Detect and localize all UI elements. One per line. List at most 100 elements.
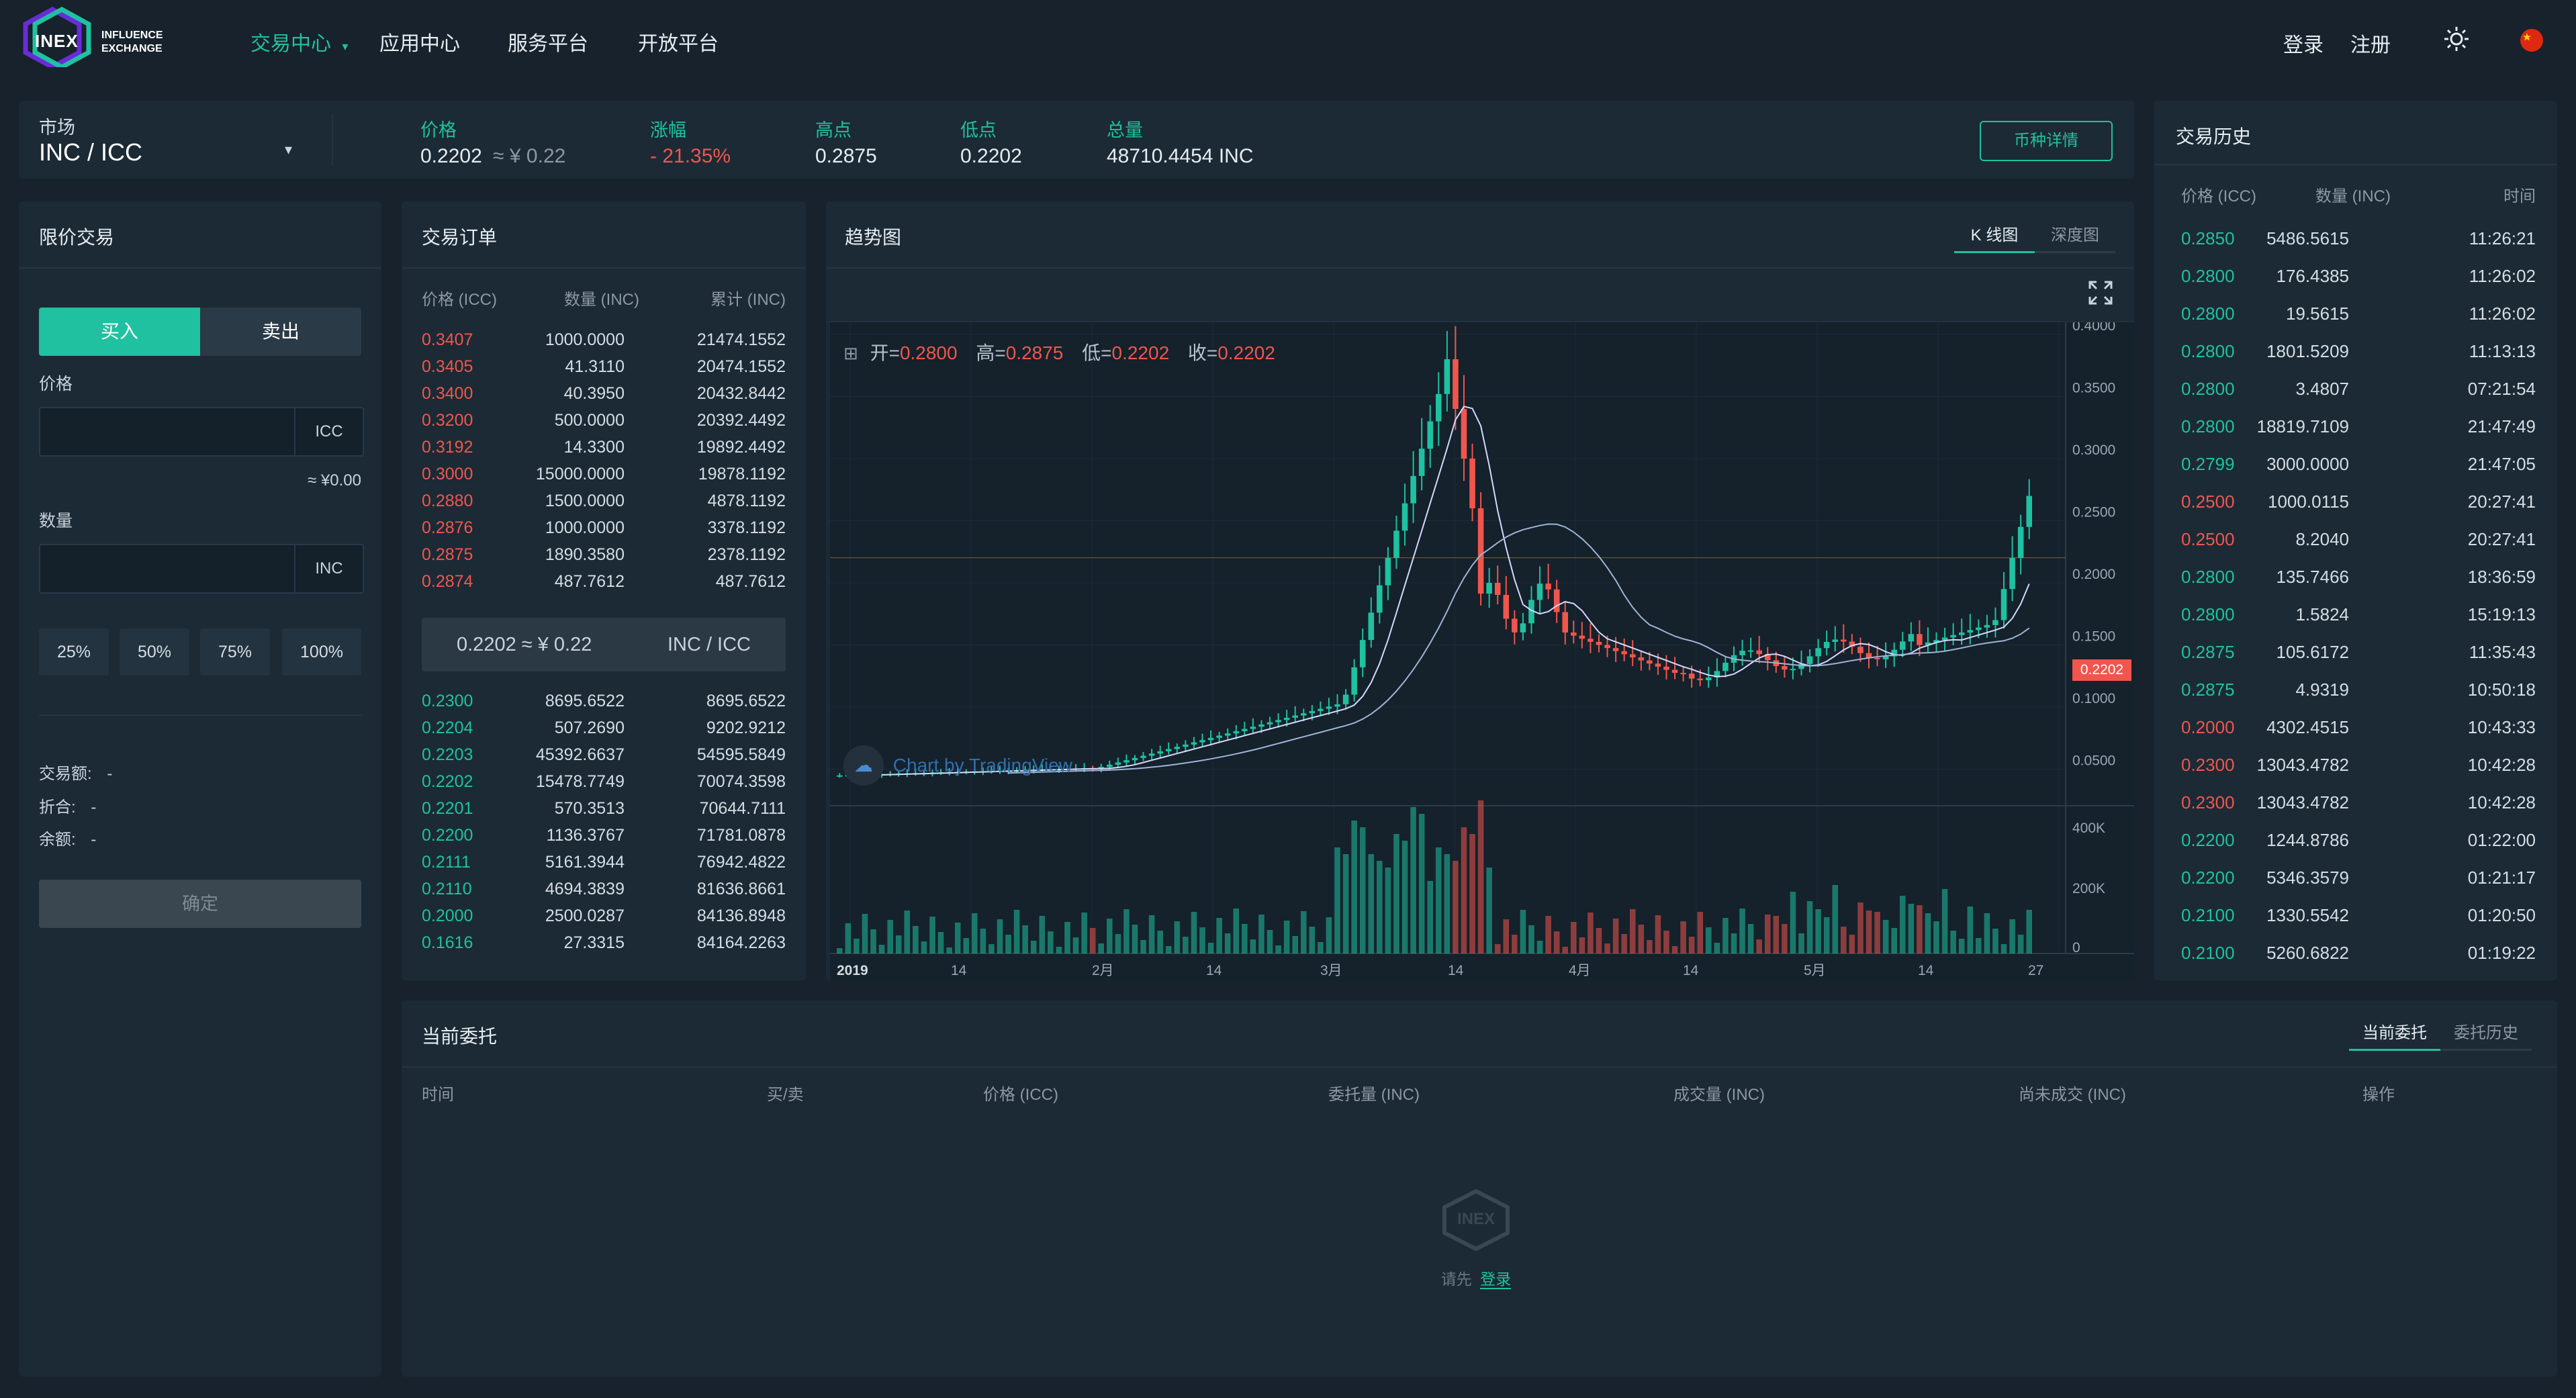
theme-toggle-sun-icon[interactable] (2443, 26, 2470, 52)
bid-row[interactable]: 0.2204 507.2690 9202.9212 (402, 718, 806, 745)
bid-row[interactable]: 0.2300 8695.6522 8695.6522 (402, 692, 806, 718)
market-pair-selector[interactable]: INC / ICC ▾ (39, 138, 308, 168)
chart-area[interactable]: 0.4000 0.3500 0.3000 0.2500 0.2000 0.1500 0.10… (830, 322, 2134, 980)
candle-body (1183, 744, 1189, 747)
price-axis-label: 0.3000 (2072, 442, 2115, 458)
volume-bar (1359, 827, 1366, 953)
trade-history-row[interactable]: 0.2800 3.4807 07:21:54 (2154, 379, 2557, 416)
sell-tab[interactable]: 卖出 (200, 308, 361, 356)
ask-qty: 40.3950 (563, 384, 625, 403)
candle-body (1841, 639, 1847, 642)
ask-row[interactable]: 0.2876 1000.0000 3378.1192 (402, 518, 806, 545)
ask-row[interactable]: 0.3192 14.3300 19892.4492 (402, 438, 806, 465)
trade-history-row[interactable]: 0.2799 3000.0000 21:47:05 (2154, 454, 2557, 492)
ask-row[interactable]: 0.2880 1500.0000 4878.1192 (402, 492, 806, 518)
trade-history-row[interactable]: 0.2800 19.5615 11:26:02 (2154, 304, 2557, 341)
volume-bar (2017, 935, 2024, 953)
trade-history-row[interactable]: 0.2800 1801.5209 11:13:13 (2154, 341, 2557, 379)
ask-row[interactable]: 0.3000 15000.0000 19878.1192 (402, 465, 806, 492)
volume-bar (1494, 944, 1501, 953)
qty-input[interactable] (40, 545, 295, 592)
trade-history-row[interactable]: 0.2875 4.9319 10:50:18 (2154, 680, 2557, 717)
trade-history-row[interactable]: 0.2800 135.7466 18:36:59 (2154, 567, 2557, 604)
pct-100-button[interactable]: 100% (282, 628, 361, 675)
pct-75-button[interactable]: 75% (200, 628, 270, 675)
tab-depth[interactable]: 深度图 (2035, 220, 2115, 253)
tab-order-history[interactable]: 委托历史 (2440, 1018, 2532, 1051)
trade-history-row[interactable]: 0.2800 1.5824 15:19:13 (2154, 604, 2557, 642)
trade-time: 21:47:49 (2467, 416, 2536, 436)
chart-panel: 趋势图 K 线图 深度图 分时1分5分15分30分1时2时4时6时12时1天1周… (826, 201, 2134, 980)
candle-body (1469, 459, 1475, 508)
volume-bar (1334, 847, 1340, 953)
candle-body (1115, 762, 1121, 765)
trade-history-row[interactable]: 0.2200 5346.3579 01:21:17 (2154, 868, 2557, 905)
volume-bar (913, 926, 919, 953)
confirm-button[interactable]: 确定 (39, 880, 361, 928)
limit-trade-title: 限价交易 (39, 227, 115, 248)
legend-toggle-icon[interactable]: ⊞ (843, 343, 858, 363)
login-link[interactable]: 登录 (2283, 28, 2324, 58)
trade-history-row[interactable]: 0.2500 8.2040 20:27:41 (2154, 529, 2557, 567)
bid-row[interactable]: 0.2202 15478.7749 70074.3598 (402, 772, 806, 799)
trade-qty: 1330.5542 (2266, 905, 2349, 925)
ask-row[interactable]: 0.2875 1890.3580 2378.1192 (402, 545, 806, 572)
pct-50-button[interactable]: 50% (120, 628, 189, 675)
buy-tab[interactable]: 买入 (39, 308, 200, 356)
coin-details-button[interactable]: 币种详情 (1980, 121, 2113, 161)
bid-row[interactable]: 0.1616 27.3315 84164.2263 (402, 933, 806, 960)
trade-history-row[interactable]: 0.2000 4302.4515 10:43:33 (2154, 717, 2557, 755)
bid-row[interactable]: 0.2111 5161.3944 76942.4822 (402, 853, 806, 880)
brand-logo[interactable]: INEX INFLUENCE EXCHANGE (17, 7, 172, 67)
trade-history-row[interactable]: 0.2100 5260.6822 01:19:22 (2154, 943, 2557, 980)
bid-price: 0.2203 (422, 745, 473, 764)
trade-history-row[interactable]: 0.2300 13043.4782 10:42:28 (2154, 792, 2557, 830)
bid-row[interactable]: 0.2000 2500.0287 84136.8948 (402, 906, 806, 933)
nav-trade-center[interactable]: 交易中心 ▾ (250, 27, 348, 56)
fullscreen-icon[interactable] (2087, 279, 2114, 306)
candle-body (1242, 729, 1248, 731)
volume-bar (1612, 919, 1619, 953)
volume-bar (1798, 933, 1804, 953)
tab-kline[interactable]: K 线图 (1954, 220, 2035, 253)
volume-bar (1553, 931, 1560, 953)
trade-history-row[interactable]: 0.2800 176.4385 11:26:02 (2154, 266, 2557, 304)
price-input[interactable] (40, 408, 295, 455)
time-axis-label: 14 (951, 963, 967, 978)
ask-row[interactable]: 0.3405 41.3110 20474.1552 (402, 357, 806, 384)
ask-qty: 1890.3580 (545, 545, 625, 564)
nav-service-platform[interactable]: 服务平台 (508, 27, 588, 56)
trade-history-row[interactable]: 0.2100 1330.5542 01:20:50 (2154, 905, 2557, 943)
candle-body (1140, 755, 1146, 758)
tab-current-orders[interactable]: 当前委托 (2349, 1018, 2440, 1051)
ask-qty: 41.3110 (565, 357, 625, 376)
volume-bar (1157, 931, 1163, 953)
ask-row[interactable]: 0.2874 487.7612 487.7612 (402, 572, 806, 599)
trade-history-row[interactable]: 0.2200 1244.8786 01:22:00 (2154, 830, 2557, 868)
trade-history-row[interactable]: 0.2850 5486.5615 11:26:21 (2154, 228, 2557, 266)
volume-bar (946, 947, 952, 953)
trade-history-row[interactable]: 0.2800 18819.7109 21:47:49 (2154, 416, 2557, 454)
volume-bar (1444, 854, 1451, 953)
ask-row[interactable]: 0.3407 1000.0000 21474.1552 (402, 330, 806, 357)
ask-row[interactable]: 0.3400 40.3950 20432.8442 (402, 384, 806, 411)
volume-bar (862, 914, 868, 953)
empty-login-link[interactable]: 登录 (1480, 1270, 1512, 1289)
trade-history-row[interactable]: 0.2875 105.6172 11:35:43 (2154, 642, 2557, 680)
pct-25-button[interactable]: 25% (39, 628, 109, 675)
nav-open-platform[interactable]: 开放平台 (638, 27, 719, 56)
ask-row[interactable]: 0.3200 500.0000 20392.4492 (402, 411, 806, 438)
ask-total: 4878.1192 (707, 492, 786, 510)
bid-row[interactable]: 0.2200 1136.3767 71781.0878 (402, 826, 806, 853)
trade-history-row[interactable]: 0.2500 1000.0115 20:27:41 (2154, 492, 2557, 529)
trade-time: 11:26:21 (2469, 228, 2536, 248)
bid-row[interactable]: 0.2201 570.3513 70644.7111 (402, 799, 806, 826)
nav-app-center[interactable]: 应用中心 (379, 27, 460, 56)
candle-body (1874, 657, 1880, 659)
bid-row[interactable]: 0.2203 45392.6637 54595.5849 (402, 745, 806, 772)
market-pair: INC / ICC (39, 138, 143, 166)
language-flag-cn-icon[interactable] (2520, 28, 2544, 52)
bid-row[interactable]: 0.2110 4694.3839 81636.8661 (402, 880, 806, 906)
trade-history-row[interactable]: 0.2300 13043.4782 10:42:28 (2154, 755, 2557, 792)
register-link[interactable]: 注册 (2350, 28, 2391, 58)
